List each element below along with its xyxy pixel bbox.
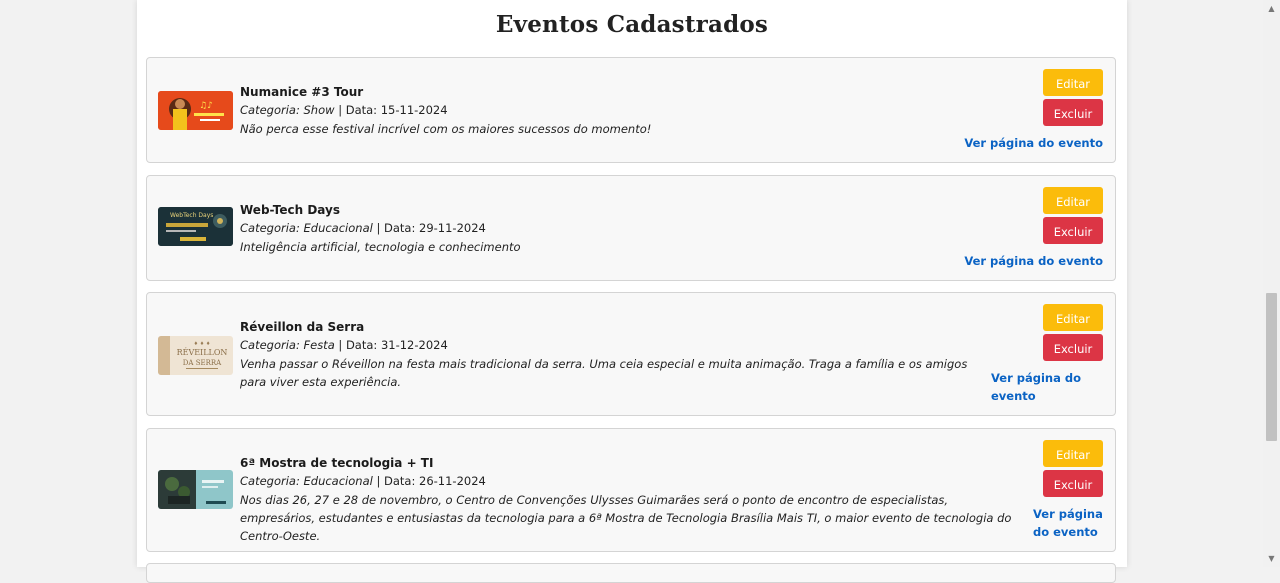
event-date: 31-12-2024: [380, 338, 448, 352]
event-thumbnail: ♫♪: [158, 91, 233, 130]
event-card: ♫♪ Numanice #3 Tour Categoria: Show | Da…: [146, 57, 1116, 163]
event-meta: Categoria: Show | Data: 15-11-2024: [240, 103, 448, 117]
event-card: WebTech Days Web-Tech Days Categoria: Ed…: [146, 175, 1116, 281]
event-card: [146, 563, 1116, 583]
meta-separator: |: [338, 338, 343, 352]
event-description: Nos dias 26, 27 e 28 de novembro, o Cent…: [240, 493, 1012, 543]
date-label: Data:: [345, 103, 378, 117]
event-page-link[interactable]: Ver página do evento: [1033, 505, 1105, 541]
event-thumbnail: [158, 470, 233, 509]
category-label: Categoria:: [240, 221, 300, 235]
event-name: Réveillon da Serra: [240, 320, 365, 334]
event-card: 6ª Mostra de tecnologia + TI Categoria: …: [146, 428, 1116, 552]
scroll-up-icon[interactable]: ▲: [1263, 0, 1280, 17]
svg-text:♫♪: ♫♪: [199, 101, 213, 111]
edit-button[interactable]: Editar: [1043, 69, 1103, 96]
event-thumbnail: ♦ ♦ ♦ RÉVEILLON DA SERRA: [158, 336, 233, 375]
event-name: 6ª Mostra de tecnologia + TI: [240, 456, 434, 470]
date-label: Data:: [384, 474, 416, 488]
event-date: 29-11-2024: [419, 221, 486, 235]
delete-button[interactable]: Excluir: [1043, 217, 1103, 244]
events-panel: Eventos Cadastrados ♫♪ Numanice #3 Tour …: [137, 0, 1127, 583]
event-description: Inteligência artificial, tecnologia e co…: [240, 240, 521, 254]
event-page-link[interactable]: Ver página do evento: [964, 252, 1103, 270]
meta-separator: |: [338, 103, 343, 117]
date-label: Data:: [384, 221, 416, 235]
event-category: Festa: [303, 338, 335, 352]
event-description: Não perca esse festival incrível com os …: [240, 122, 652, 136]
event-date: 26-11-2024: [419, 474, 486, 488]
delete-button[interactable]: Excluir: [1043, 470, 1103, 497]
event-page-link[interactable]: Ver página do evento: [991, 369, 1091, 405]
page-title: Eventos Cadastrados: [495, 11, 769, 38]
event-date: 15-11-2024: [380, 103, 448, 117]
event-category: Educacional: [303, 221, 373, 235]
event-card: ♦ ♦ ♦ RÉVEILLON DA SERRA Réveillon da Se…: [146, 292, 1116, 416]
category-label: Categoria:: [240, 338, 300, 352]
event-name: Numanice #3 Tour: [240, 85, 364, 99]
event-page-link[interactable]: Ver página do evento: [964, 134, 1103, 152]
event-meta: Categoria: Festa | Data: 31-12-2024: [240, 338, 448, 352]
category-label: Categoria:: [240, 103, 300, 117]
edit-button[interactable]: Editar: [1043, 187, 1103, 214]
svg-text:WebTech Days: WebTech Days: [170, 212, 213, 219]
scroll-down-icon[interactable]: ▼: [1263, 550, 1280, 567]
event-thumbnail: WebTech Days: [158, 207, 233, 246]
vertical-scrollbar[interactable]: ▲ ▼: [1263, 0, 1280, 567]
edit-button[interactable]: Editar: [1043, 304, 1103, 331]
meta-separator: |: [376, 221, 381, 235]
meta-separator: |: [376, 474, 381, 488]
svg-text:RÉVEILLON: RÉVEILLON: [177, 348, 228, 357]
event-name: Web-Tech Days: [240, 203, 340, 217]
svg-text:DA SERRA: DA SERRA: [183, 359, 222, 367]
category-label: Categoria:: [240, 474, 300, 488]
event-meta: Categoria: Educacional | Data: 26-11-202…: [240, 474, 486, 488]
scroll-thumb[interactable]: [1266, 293, 1277, 441]
event-category: Show: [303, 103, 335, 117]
delete-button[interactable]: Excluir: [1043, 99, 1103, 126]
svg-text:♦ ♦ ♦: ♦ ♦ ♦: [194, 341, 211, 347]
delete-button[interactable]: Excluir: [1043, 334, 1103, 361]
edit-button[interactable]: Editar: [1043, 440, 1103, 467]
event-meta: Categoria: Educacional | Data: 29-11-202…: [240, 221, 486, 235]
event-description: Venha passar o Réveillon na festa mais t…: [240, 357, 968, 389]
date-label: Data:: [345, 338, 378, 352]
event-category: Educacional: [303, 474, 373, 488]
